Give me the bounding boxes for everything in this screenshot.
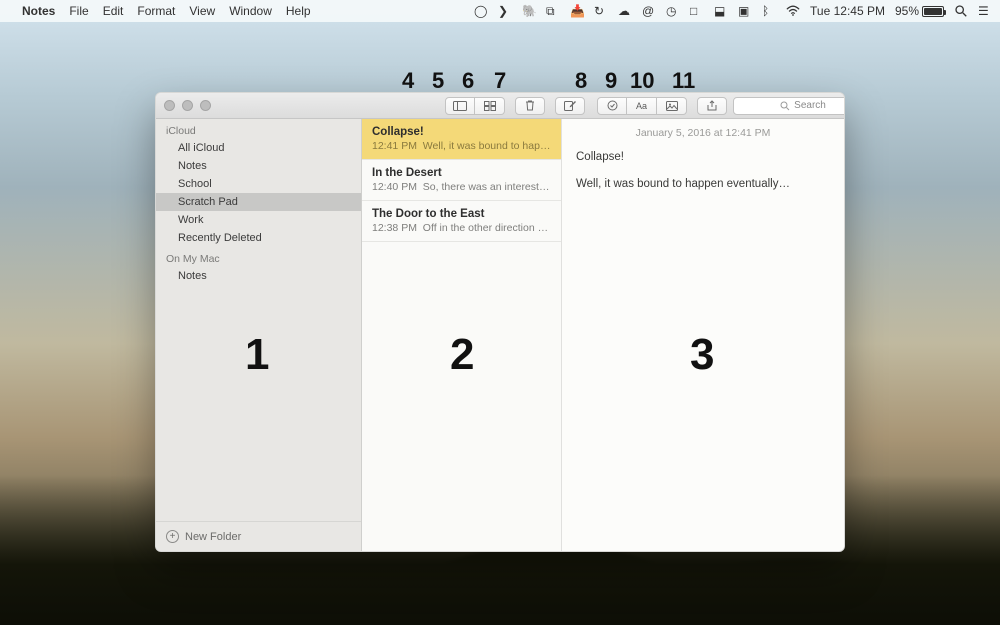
evernote-icon[interactable]: 🐘	[522, 4, 536, 18]
overlay-label-2: 2	[450, 330, 474, 380]
macos-menubar: Notes File Edit Format View Window Help …	[0, 0, 1000, 22]
note-preview: So, there was an interesting time w…	[423, 181, 551, 193]
circle-icon[interactable]: ◯	[474, 4, 488, 18]
media-button[interactable]	[657, 97, 687, 115]
battery-indicator[interactable]: 95%	[895, 4, 944, 18]
note-time: 12:41 PM	[372, 140, 417, 152]
sync-icon[interactable]: ↻	[594, 4, 608, 18]
bluetooth-icon[interactable]: ᛒ	[762, 4, 776, 18]
overlay-label-4: 4	[402, 68, 414, 94]
menu-help[interactable]: Help	[286, 4, 311, 18]
overlay-label-7: 7	[494, 68, 506, 94]
sidebar-item-scratch-pad[interactable]: Scratch Pad	[156, 193, 361, 211]
spotlight-icon[interactable]	[954, 4, 968, 18]
traffic-lights	[164, 100, 211, 111]
note-list-item[interactable]: Collapse! 12:41 PM Well, it was bound to…	[362, 119, 561, 160]
dropbox-icon[interactable]: ⬓	[714, 4, 728, 18]
search-icon	[780, 101, 790, 111]
toggle-sidebar-button[interactable]	[445, 97, 475, 115]
new-folder-button[interactable]: + New Folder	[156, 521, 361, 551]
note-title: Collapse!	[372, 126, 551, 138]
note-title: The Door to the East	[372, 208, 551, 220]
menu-window[interactable]: Window	[229, 4, 272, 18]
sidebar-item-recently-deleted[interactable]: Recently Deleted	[156, 229, 361, 247]
editor-note-body: Well, it was bound to happen eventually…	[576, 176, 830, 193]
airplay-icon[interactable]: ▣	[738, 4, 752, 18]
overlay-label-11: 11	[672, 68, 695, 94]
inbox-icon[interactable]: 📥	[570, 4, 584, 18]
note-date: January 5, 2016 at 12:41 PM	[562, 119, 844, 145]
sidebar-item-work[interactable]: Work	[156, 211, 361, 229]
wifi-icon[interactable]	[786, 4, 800, 18]
app-menu[interactable]: Notes	[22, 4, 55, 18]
toolbar-right: Aa	[597, 97, 727, 115]
new-folder-label: New Folder	[185, 531, 241, 543]
search-placeholder: Search	[794, 100, 826, 111]
plus-icon: +	[166, 530, 179, 543]
notes-window: Aa Search iCloud All iCloud Notes	[155, 92, 845, 552]
format-button[interactable]: Aa	[627, 97, 657, 115]
note-time: 12:38 PM	[372, 222, 417, 234]
editor-note-title: Collapse!	[576, 149, 830, 166]
attachments-view-button[interactable]	[475, 97, 505, 115]
clock-icon[interactable]: ◷	[666, 4, 680, 18]
menu-edit[interactable]: Edit	[103, 4, 124, 18]
sidebar-section-icloud: iCloud	[156, 119, 361, 139]
battery-icon	[922, 6, 944, 17]
sidebar-section-on-my-mac: On My Mac	[156, 247, 361, 267]
overlay-label-6: 6	[462, 68, 474, 94]
at-icon[interactable]: @	[642, 4, 656, 18]
sidebar-item-notes[interactable]: Notes	[156, 157, 361, 175]
menu-list-icon[interactable]: ☰	[978, 4, 992, 18]
menubar-right: ◯ ❯ 🐘 ⧉ 📥 ↻ ☁ @ ◷ □ ⬓ ▣ ᛒ Tue 12:45 PM 9…	[474, 4, 992, 18]
window-titlebar[interactable]: Aa Search	[156, 93, 844, 119]
menubar-clock[interactable]: Tue 12:45 PM	[810, 4, 885, 18]
minimize-window-button[interactable]	[182, 100, 193, 111]
menu-view[interactable]: View	[189, 4, 215, 18]
overlay-label-1: 1	[245, 330, 269, 380]
note-preview: Off in the other direction there wa…	[423, 222, 551, 234]
note-list-item[interactable]: In the Desert 12:40 PM So, there was an …	[362, 160, 561, 201]
search-input[interactable]: Search	[733, 97, 845, 115]
overlay-label-3: 3	[690, 330, 714, 380]
note-time: 12:40 PM	[372, 181, 417, 193]
overlay-label-5: 5	[432, 68, 444, 94]
share-button[interactable]	[697, 97, 727, 115]
cloud-icon[interactable]: ☁	[618, 4, 632, 18]
menu-format[interactable]: Format	[137, 4, 175, 18]
overlay-label-10: 10	[630, 68, 654, 94]
new-note-button[interactable]	[555, 97, 585, 115]
zoom-window-button[interactable]	[200, 100, 211, 111]
delete-note-button[interactable]	[515, 97, 545, 115]
sidebar-item-local-notes[interactable]: Notes	[156, 267, 361, 285]
overlay-label-8: 8	[575, 68, 587, 94]
battery-percent: 95%	[895, 4, 919, 18]
box-icon[interactable]: □	[690, 4, 704, 18]
sidebar-item-all-icloud[interactable]: All iCloud	[156, 139, 361, 157]
note-title: In the Desert	[372, 167, 551, 179]
checklist-button[interactable]	[597, 97, 627, 115]
toolbar	[445, 97, 585, 115]
sidebar-item-school[interactable]: School	[156, 175, 361, 193]
note-preview: Well, it was bound to happen event…	[423, 140, 551, 152]
close-window-button[interactable]	[164, 100, 175, 111]
note-list-item[interactable]: The Door to the East 12:38 PM Off in the…	[362, 201, 561, 242]
overlay-label-9: 9	[605, 68, 617, 94]
menu-file[interactable]: File	[69, 4, 88, 18]
chevron-right-icon[interactable]: ❯	[498, 4, 512, 18]
tray-icon[interactable]: ⧉	[546, 4, 560, 18]
